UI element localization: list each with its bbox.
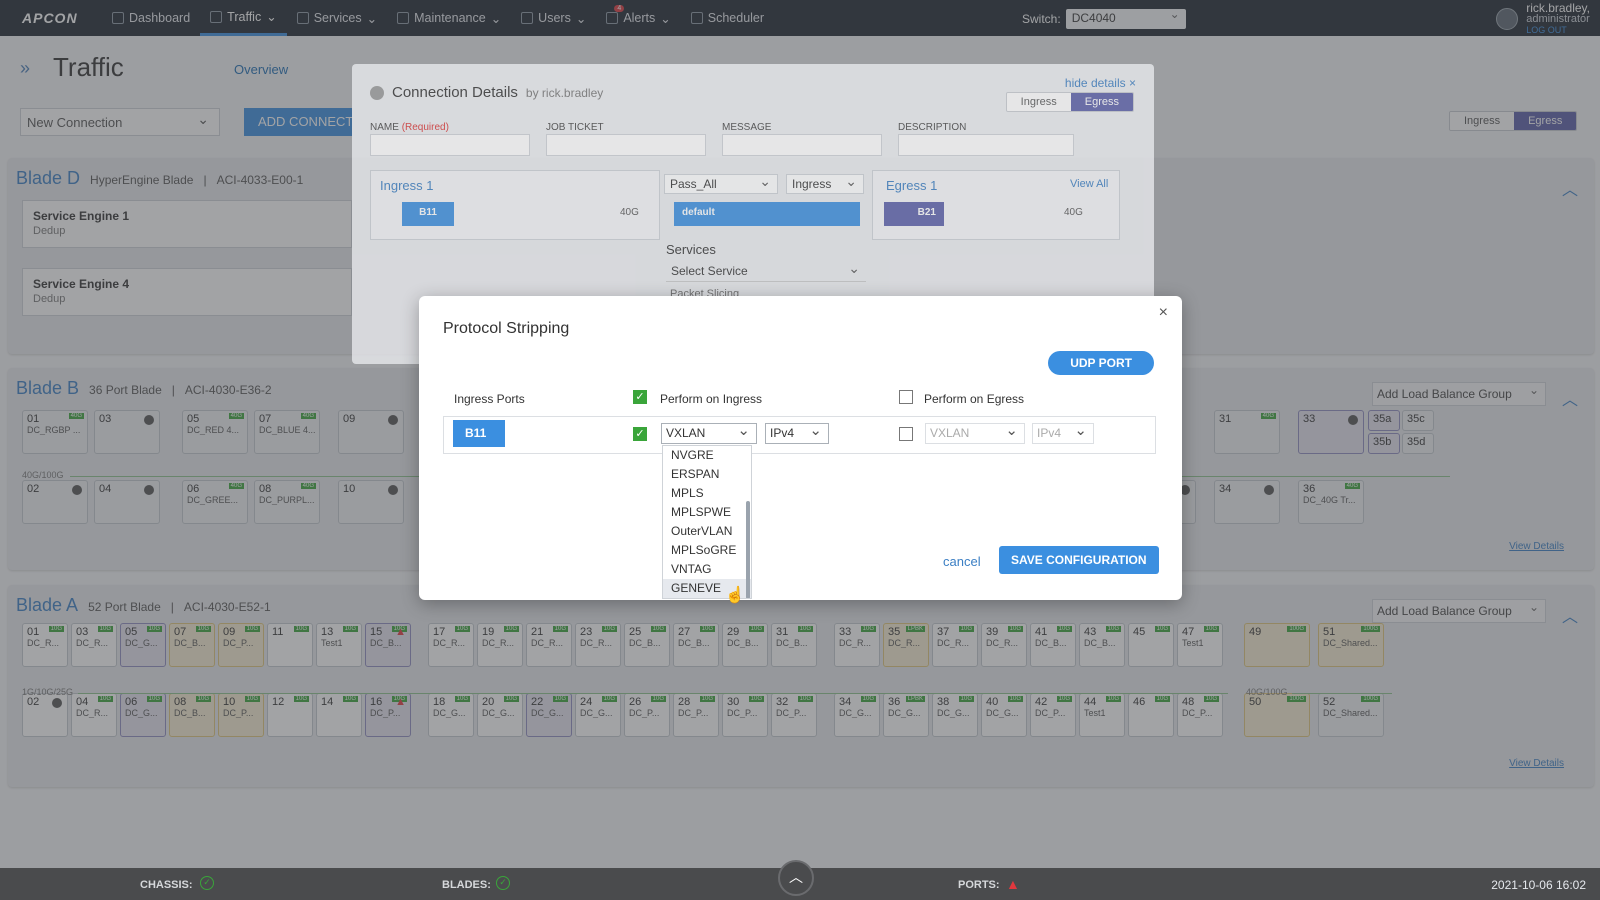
close-icon[interactable]: × — [1129, 76, 1136, 90]
default-map[interactable]: default — [674, 202, 860, 226]
required-label: (Required) — [401, 122, 449, 133]
job-ticket-label: JOB TICKET — [546, 122, 604, 133]
ingress-row-checkbox[interactable]: ✓ — [633, 427, 647, 441]
ingress-title: Ingress 1 — [380, 178, 434, 193]
port-b11-pill: B11 — [453, 420, 505, 447]
view-all-link[interactable]: View All — [1070, 178, 1108, 190]
save-configuration-button[interactable]: SAVE CONFIGURATION — [999, 546, 1159, 574]
protocol-option-nvgre[interactable]: NVGRE — [663, 446, 751, 465]
egress-protocol-select[interactable]: VXLAN — [925, 421, 1025, 444]
direction-dropdown[interactable]: Ingress — [786, 173, 864, 194]
message-field[interactable] — [722, 134, 882, 156]
chassis-label: CHASSIS: — [140, 879, 193, 891]
protocol-stripping-modal: Protocol Stripping × UDP PORT Ingress Po… — [419, 296, 1182, 600]
modal-close-icon[interactable]: × — [1159, 304, 1168, 322]
ingress-toggle[interactable]: Ingress — [1006, 93, 1071, 111]
connection-title: Connection Details — [392, 84, 518, 101]
perform-on-ingress-label: Perform on Ingress — [660, 392, 763, 406]
protocol-option-erspan[interactable]: ERSPAN — [663, 465, 751, 484]
hand-cursor-icon: ☝ — [725, 587, 745, 604]
egress-row-checkbox[interactable] — [899, 427, 913, 441]
protocol-option-mpls[interactable]: MPLS — [663, 484, 751, 503]
egress-toggle[interactable]: Egress — [1070, 93, 1133, 111]
blades-ok-icon: ✓ — [496, 876, 510, 890]
egress-title: Egress 1 — [886, 178, 938, 193]
egress-ip-select[interactable]: IPv4 — [1032, 421, 1094, 444]
status-dot-icon — [370, 85, 384, 100]
ports-warning-icon: ▲ — [1006, 876, 1020, 892]
protocol-option-mplspwe[interactable]: MPLSPWE — [663, 503, 751, 522]
services-label: Services — [666, 242, 716, 257]
perform-on-egress-header-checkbox[interactable] — [899, 390, 913, 404]
blades-label: BLADES: — [442, 879, 491, 891]
modal-title: Protocol Stripping — [443, 320, 570, 337]
chassis-ok-icon: ✓ — [200, 876, 214, 890]
perform-on-ingress-header-checkbox[interactable]: ✓ — [633, 390, 647, 404]
name-field[interactable] — [370, 134, 530, 156]
egress-port-b21[interactable]: B21 — [884, 202, 944, 226]
description-label: DESCRIPTION — [898, 122, 967, 133]
expand-footer-chevron-up-icon[interactable]: ︿ — [778, 860, 814, 896]
dropdown-scrollbar[interactable] — [746, 501, 750, 598]
name-label-text: NAME — [370, 122, 399, 133]
job-ticket-field[interactable] — [546, 134, 706, 156]
ingress-protocol-select[interactable]: VXLAN — [661, 421, 757, 444]
udp-port-button[interactable]: UDP PORT — [1048, 351, 1154, 375]
filter-dropdown[interactable]: Pass_All — [664, 173, 778, 194]
ingress-port-b11[interactable]: B11 — [402, 202, 454, 226]
message-label: MESSAGE — [722, 122, 772, 133]
perform-on-egress-label: Perform on Egress — [924, 392, 1025, 406]
protocol-option-outervlan[interactable]: OuterVLAN — [663, 522, 751, 541]
protocol-dropdown-list: NVGRE ERSPAN MPLS MPLSPWE OuterVLAN MPLSoGRE V… — [662, 445, 752, 599]
protocol-option-vntag[interactable]: VNTAG — [663, 560, 751, 579]
description-field[interactable] — [898, 134, 1074, 156]
protocol-option-mplsogre[interactable]: MPLSoGRE — [663, 541, 751, 560]
cancel-button[interactable]: cancel — [943, 554, 981, 569]
connection-ie-toggle: Ingress Egress — [1005, 92, 1134, 112]
name-label: NAME (Required) — [370, 122, 449, 133]
ingress-speed: 40G — [620, 207, 639, 218]
ingress-ip-select[interactable]: IPv4 — [765, 421, 829, 444]
footer-datetime: 2021-10-06 16:02 — [1491, 878, 1586, 892]
ingress-ports-label: Ingress Ports — [454, 392, 525, 406]
connection-author: by rick.bradley — [525, 85, 604, 100]
select-service-dropdown[interactable]: Select Service — [666, 260, 866, 282]
ports-label: PORTS: — [958, 879, 1000, 891]
egress-speed: 40G — [1064, 207, 1083, 218]
hide-details-label: hide details — [1064, 76, 1126, 90]
hide-details-link[interactable]: hide details × — [1065, 76, 1136, 90]
